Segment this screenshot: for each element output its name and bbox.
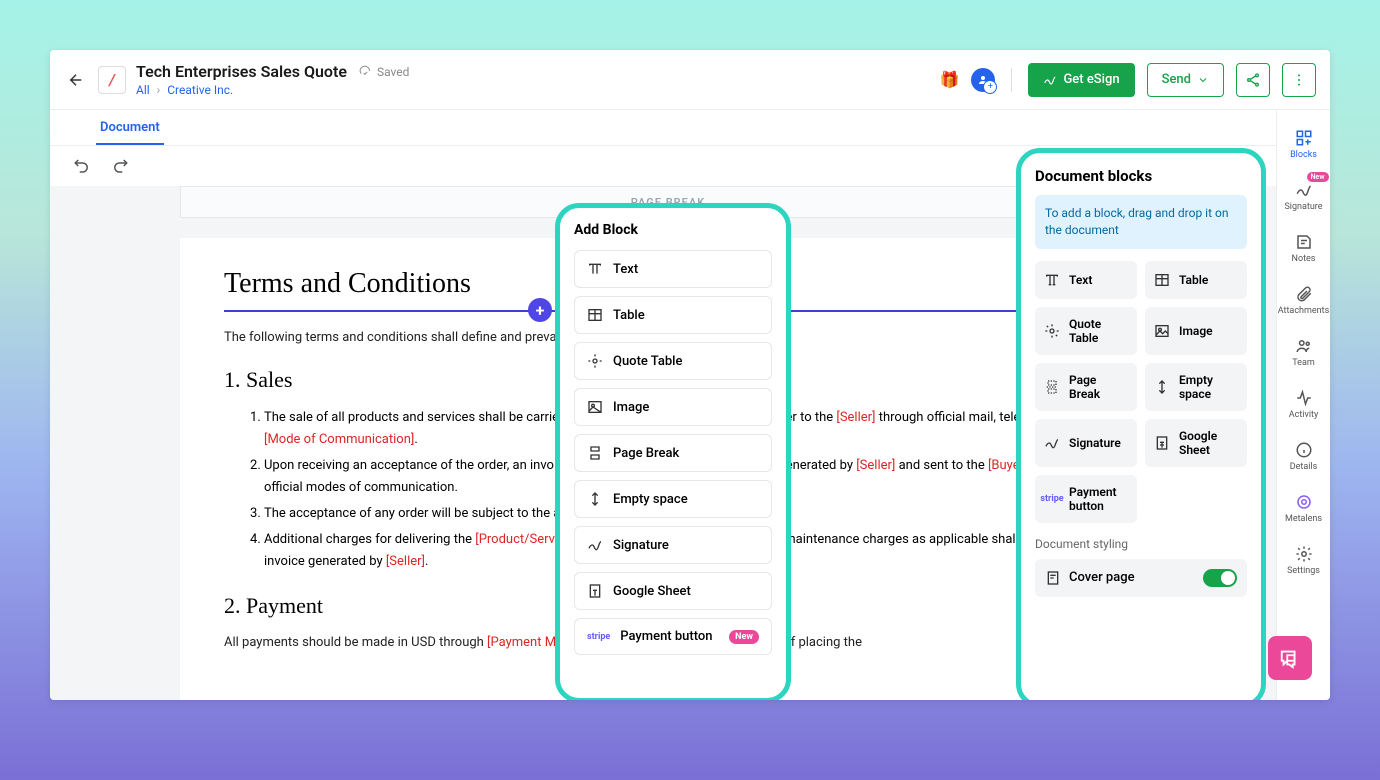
breadcrumb[interactable]: All › Creative Inc.: [136, 83, 940, 97]
more-menu-button[interactable]: [1282, 63, 1316, 97]
cover-icon: [1045, 570, 1061, 586]
cover-page-toggle[interactable]: [1203, 569, 1237, 587]
text-icon: [587, 261, 603, 277]
tab-document[interactable]: Document: [96, 112, 164, 145]
redo-button[interactable]: [108, 154, 132, 178]
popup-google-sheet[interactable]: Google Sheet: [574, 572, 772, 610]
block-empty-space[interactable]: Empty space: [1145, 363, 1247, 411]
page-title: Tech Enterprises Sales Quote: [136, 62, 347, 81]
signature-icon: [1043, 434, 1061, 452]
rail-details[interactable]: Details: [1277, 430, 1331, 482]
popup-payment-button[interactable]: stripePayment buttonNew: [574, 618, 772, 655]
right-rail: Blocks New Signature Notes Attachments T…: [1276, 110, 1330, 700]
block-page-break[interactable]: Page Break: [1035, 363, 1137, 411]
block-signature[interactable]: Signature: [1035, 419, 1137, 467]
popup-title: Add Block: [574, 222, 772, 238]
block-table[interactable]: Table: [1145, 261, 1247, 299]
empty-space-icon: [587, 491, 603, 507]
block-quote-table[interactable]: Quote Table: [1035, 307, 1137, 355]
rail-team[interactable]: Team: [1277, 326, 1331, 378]
title-area: Tech Enterprises Sales Quote Saved All ›…: [136, 62, 940, 97]
page-break-icon: [587, 445, 603, 461]
popup-text[interactable]: Text: [574, 250, 772, 288]
get-esign-button[interactable]: Get eSign: [1028, 63, 1134, 97]
stripe-icon: stripe: [1043, 490, 1061, 508]
top-actions: 🎁 Get eSign Send: [940, 63, 1316, 97]
popup-signature[interactable]: Signature: [574, 526, 772, 564]
popup-table[interactable]: Table: [574, 296, 772, 334]
document-blocks-panel: Document blocks To add a block, drag and…: [1016, 148, 1266, 700]
popup-image[interactable]: Image: [574, 388, 772, 426]
image-icon: [1153, 322, 1171, 340]
quote-icon: [587, 353, 603, 369]
panel-title: Document blocks: [1035, 167, 1247, 185]
back-button[interactable]: [64, 68, 88, 92]
insert-block-button[interactable]: +: [528, 298, 552, 322]
quote-table-icon: [1043, 322, 1061, 340]
popup-page-break[interactable]: Page Break: [574, 434, 772, 472]
add-collaborator-button[interactable]: [971, 68, 995, 92]
saved-status: Saved: [359, 65, 409, 79]
rail-settings[interactable]: Settings: [1277, 534, 1331, 586]
rail-metalens[interactable]: Metalens: [1277, 482, 1331, 534]
rail-activity[interactable]: Activity: [1277, 378, 1331, 430]
page-break-icon: [1043, 378, 1061, 396]
table-icon: [587, 307, 603, 323]
popup-quote-table[interactable]: Quote Table: [574, 342, 772, 380]
styling-label: Document styling: [1035, 537, 1247, 551]
signature-icon: [587, 537, 603, 553]
rail-attachments[interactable]: Attachments: [1277, 274, 1331, 326]
app-window: / Tech Enterprises Sales Quote Saved All…: [50, 50, 1330, 700]
block-text[interactable]: Text: [1035, 261, 1137, 299]
gift-icon[interactable]: 🎁: [940, 70, 960, 89]
table-icon: [1153, 271, 1171, 289]
divider: [1011, 68, 1012, 92]
undo-button[interactable]: [70, 154, 94, 178]
block-image[interactable]: Image: [1145, 307, 1247, 355]
sheet-icon: [587, 583, 603, 599]
block-payment-button[interactable]: stripePayment button: [1035, 475, 1137, 523]
stripe-icon: stripe: [587, 632, 610, 642]
text-icon: [1043, 271, 1061, 289]
tabs: Document: [50, 110, 1330, 146]
topbar: / Tech Enterprises Sales Quote Saved All…: [50, 50, 1330, 110]
sheet-icon: [1153, 434, 1171, 452]
empty-space-icon: [1153, 378, 1171, 396]
block-google-sheet[interactable]: Google Sheet: [1145, 419, 1247, 467]
send-button[interactable]: Send: [1147, 63, 1224, 97]
app-logo: /: [98, 66, 126, 94]
rail-notes[interactable]: Notes: [1277, 222, 1331, 274]
popup-empty-space[interactable]: Empty space: [574, 480, 772, 518]
panel-hint: To add a block, drag and drop it on the …: [1035, 195, 1247, 249]
rail-signature[interactable]: New Signature: [1277, 170, 1331, 222]
cover-page-row: Cover page: [1035, 559, 1247, 597]
chat-fab[interactable]: [1268, 636, 1312, 680]
rail-blocks[interactable]: Blocks: [1277, 118, 1331, 170]
add-block-popup: Add Block Text Table Quote Table Image P…: [555, 203, 791, 700]
blocks-grid: Text Table Quote Table Image Page Break …: [1035, 261, 1247, 523]
image-icon: [587, 399, 603, 415]
share-button[interactable]: [1236, 63, 1270, 97]
